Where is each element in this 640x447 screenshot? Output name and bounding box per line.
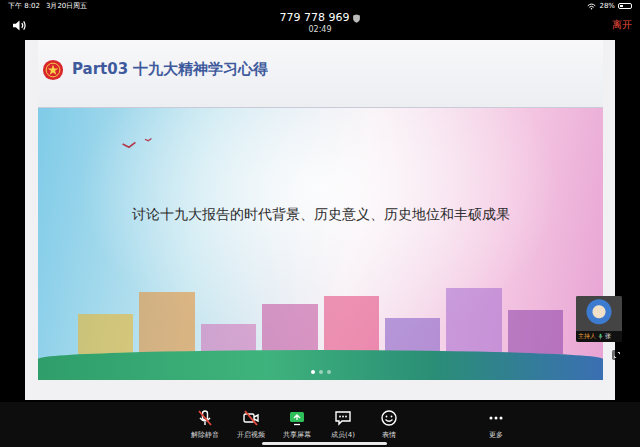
share-button[interactable]: 共享屏幕 [274,409,320,440]
battery-level: 28% [599,2,615,10]
mic-icon [598,333,603,340]
tool-label: 解除静音 [191,430,219,440]
tool-label: 更多 [489,430,503,440]
clock: 下午 8:02 [8,1,40,11]
status-bar: 下午 8:02 3月20日周五 28% [0,0,640,12]
pager-dot[interactable] [311,370,315,374]
fullscreen-icon[interactable] [612,350,622,360]
host-name: 张 [605,332,611,341]
pager-dot[interactable] [327,370,331,374]
camera-icon [242,409,260,427]
meeting-duration: 02:49 [308,25,331,34]
members-button[interactable]: 成员(4) [320,409,366,440]
meeting-id: 779 778 969 [280,12,350,25]
host-label: 主持人张 [576,331,622,342]
slide-header: Part03 十九大精神学习心得 [38,40,603,108]
meeting-screen: 下午 8:02 3月20日周五 28% 779 778 96902:49 离开 Part0… [0,0,640,447]
more-button[interactable]: 更多 [473,409,519,440]
share-screen-icon [288,409,306,427]
birds-icon [120,136,170,152]
host-role: 主持人 [578,332,596,341]
slide: Part03 十九大精神学习心得讨论十九大报告的时代背景、历史意义、历史地位和丰… [25,40,615,400]
pager-dot[interactable] [319,370,323,374]
emoji-button[interactable]: 表情 [366,409,412,440]
league-emblem-icon [42,59,64,81]
slide-title: Part03 十九大精神学习心得 [72,60,268,79]
mic-button[interactable]: 解除静音 [182,409,228,440]
more-dots-icon [487,409,505,427]
smiley-icon [380,409,398,427]
chat-bubble-icon [334,409,352,427]
title-bar: 779 778 96902:49 离开 [0,12,640,38]
slide-pager[interactable] [311,370,331,374]
banner-text: 讨论十九大报告的时代背景、历史意义、历史地位和丰硕成果 [122,206,520,224]
date: 3月20日周五 [46,1,87,11]
battery-icon [618,3,632,9]
microphone-icon [196,409,214,427]
shared-screen: Part03 十九大精神学习心得讨论十九大报告的时代背景、历史意义、历史地位和丰… [0,38,640,402]
tool-label: 表情 [382,430,396,440]
city-silhouette [38,284,603,354]
leave-button[interactable]: 离开 [612,18,632,32]
slide-banner: 讨论十九大报告的时代背景、历史意义、历史地位和丰硕成果 [38,108,603,380]
shield-icon[interactable] [352,14,360,23]
host-avatar [576,296,622,331]
tool-label: 成员(4) [331,430,355,440]
toolbar: 解除静音 开启视频 共享屏幕 成员(4) 表情 更多 [0,402,640,447]
host-video-tile[interactable]: 主持人张 [576,296,622,342]
tool-label: 共享屏幕 [283,430,311,440]
speaker-icon[interactable] [12,19,27,32]
wifi-icon [587,3,596,10]
video-button[interactable]: 开启视频 [228,409,274,440]
tool-label: 开启视频 [237,430,265,440]
home-indicator[interactable] [262,442,387,445]
